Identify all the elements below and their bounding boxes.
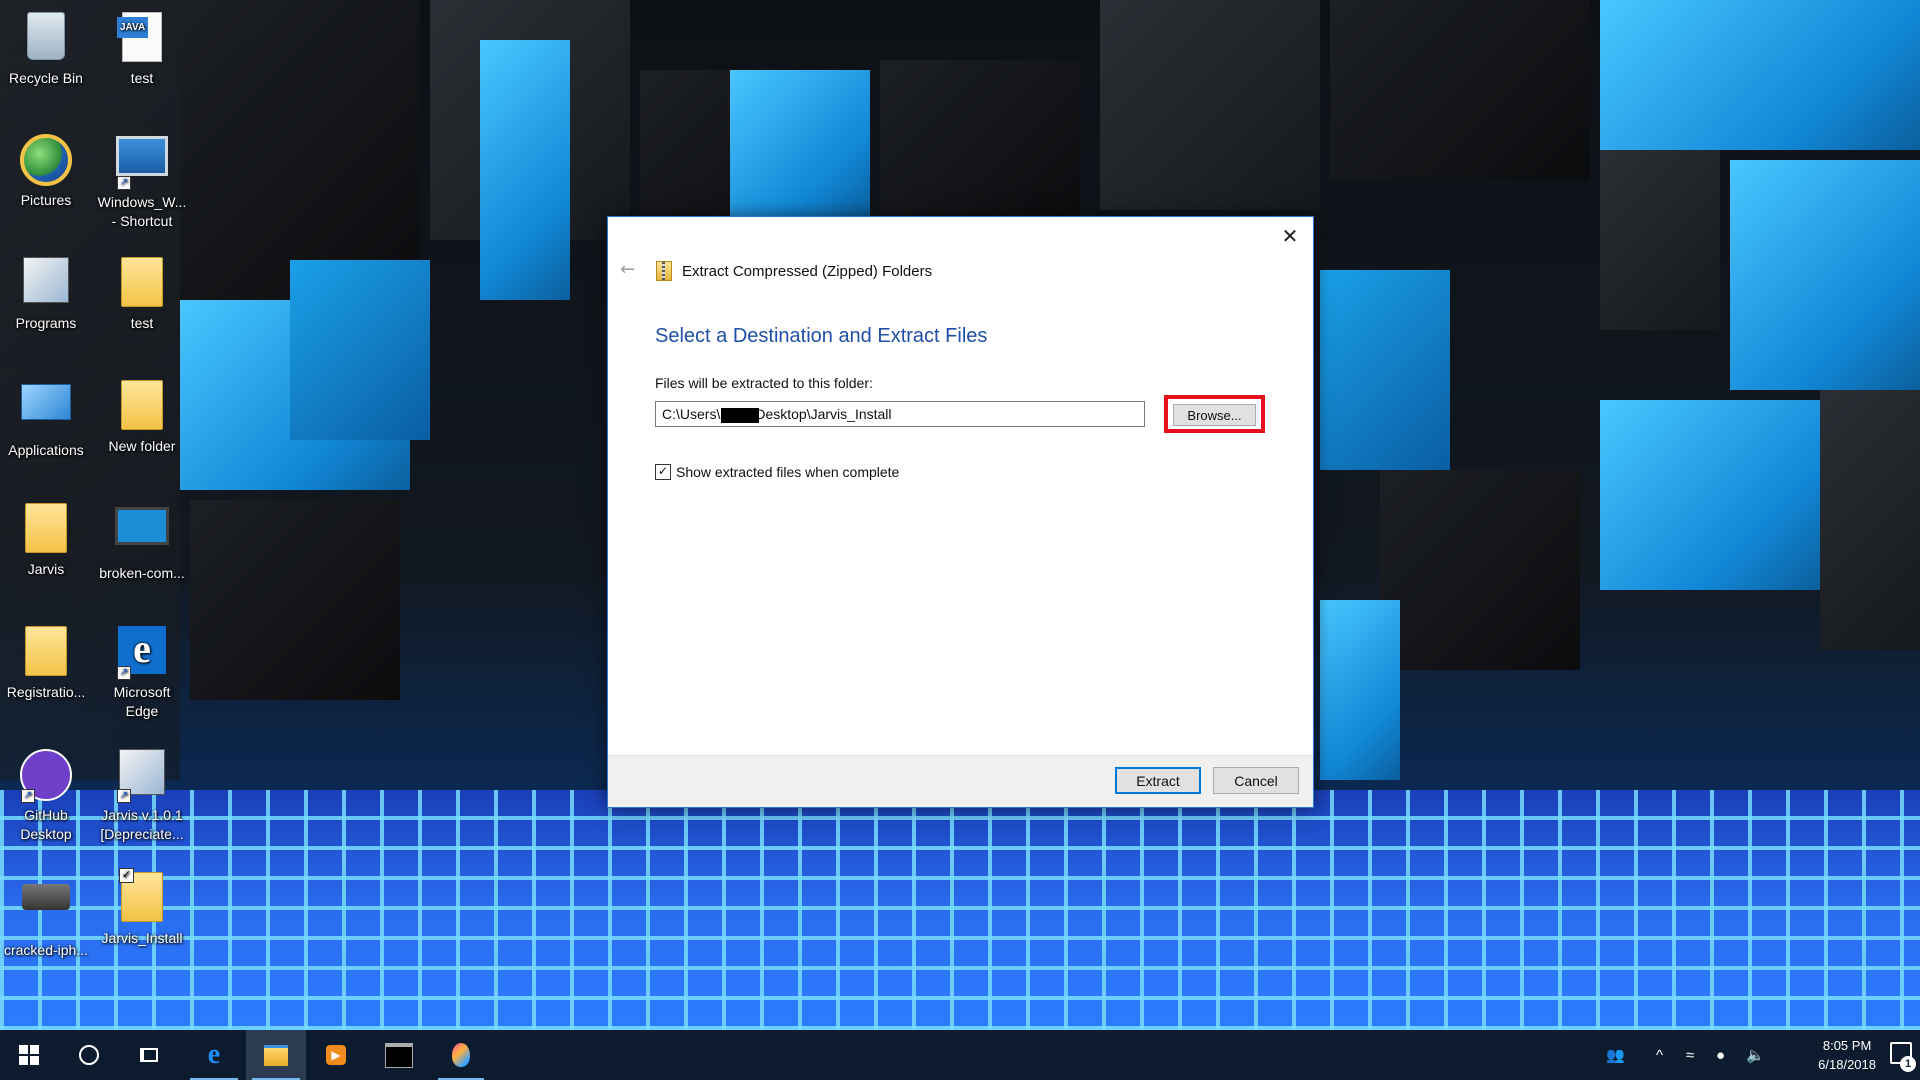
redacted-username xyxy=(721,408,759,423)
desktop-icon-label: Jarvis v.1.0.1 [Depreciate... xyxy=(100,807,184,842)
taskbar-file-explorer[interactable] xyxy=(246,1030,306,1080)
notification-count-badge: 1 xyxy=(1900,1056,1916,1072)
folder-icon xyxy=(25,503,67,553)
java-badge: JAVA xyxy=(117,17,149,38)
desktop-icon-github-desktop[interactable]: ↗ GitHub Desktop xyxy=(0,745,92,844)
close-button[interactable]: ✕ xyxy=(1275,223,1305,249)
extract-dialog: ✕ ← Extract Compressed (Zipped) Folders … xyxy=(607,216,1314,808)
zip-folder-icon xyxy=(656,261,672,281)
taskbar: e ▶ 👥 ^ ≈ ● 🔈 8:05 PM 6/18/2018 1 xyxy=(0,1030,1920,1080)
desktop-icon-test-folder[interactable]: test xyxy=(96,253,188,333)
taskbar-edge[interactable]: e xyxy=(184,1030,244,1080)
task-view-icon xyxy=(140,1048,158,1062)
people-icon[interactable]: 👥 xyxy=(1606,1030,1625,1080)
show-files-checkbox[interactable]: ✓ xyxy=(655,464,671,480)
wizard-title-text: Extract Compressed (Zipped) Folders xyxy=(682,262,933,280)
desktop-icon-label: Recycle Bin xyxy=(9,70,83,86)
media-player-icon: ▶ xyxy=(326,1045,346,1065)
laptop-icon xyxy=(115,507,169,545)
desktop-icon-label: Pictures xyxy=(20,192,72,208)
wallpaper-floor xyxy=(0,790,1920,1030)
desktop-icon-label: Jarvis xyxy=(27,561,65,577)
java-file-icon: JAVA xyxy=(117,12,162,62)
shortcut-arrow-icon: ↗ xyxy=(117,666,131,680)
clock-date: 6/18/2018 xyxy=(1818,1057,1876,1072)
taskbar-paint-3d[interactable] xyxy=(432,1030,490,1080)
desktop-icon-applications[interactable]: Applications xyxy=(0,376,92,460)
file-explorer-icon xyxy=(264,1044,288,1066)
desktop-icon-jarvis-install[interactable]: ✓ Jarvis_Install xyxy=(96,868,188,948)
taskbar-media-player[interactable]: ▶ xyxy=(306,1030,366,1080)
desktop-icon-programs[interactable]: Programs xyxy=(0,253,92,333)
volume-icon[interactable]: 🔈 xyxy=(1746,1030,1765,1080)
desktop-icon-label: cracked-iph... xyxy=(3,942,89,958)
desktop-icon-test-java[interactable]: JAVA test xyxy=(96,8,188,88)
desktop-icon-label: broken-com... xyxy=(99,565,185,581)
folder-icon xyxy=(121,380,163,430)
desktop-icon-label: test xyxy=(130,70,154,86)
back-arrow-icon[interactable]: ← xyxy=(614,259,640,281)
cancel-button[interactable]: Cancel xyxy=(1213,767,1299,794)
extract-button[interactable]: Extract xyxy=(1115,767,1201,794)
desktop-icon-label: Programs xyxy=(15,315,77,331)
desktop-icon-label: Applications xyxy=(8,442,84,458)
destination-label: Files will be extracted to this folder: xyxy=(655,375,873,391)
desktop-icon-registration[interactable]: Registratio... xyxy=(0,622,92,702)
desktop-icon-recycle-bin[interactable]: Recycle Bin xyxy=(0,8,92,88)
desktop-icon-pictures[interactable]: Pictures xyxy=(0,130,92,210)
desktop-icon-microsoft-edge[interactable]: e ↗ Microsoft Edge xyxy=(96,622,188,721)
taskbar-command-prompt[interactable] xyxy=(368,1030,430,1080)
dialog-footer: Extract Cancel xyxy=(608,755,1313,807)
start-button[interactable] xyxy=(0,1030,58,1080)
desktop-icon-label: test xyxy=(130,315,154,331)
recycle-bin-icon xyxy=(27,12,65,60)
show-files-label: Show extracted files when complete xyxy=(676,464,900,480)
folder-icon xyxy=(121,257,163,307)
cortana-circle-icon xyxy=(79,1045,99,1065)
system-clock[interactable]: 8:05 PM 6/18/2018 xyxy=(1818,1036,1876,1074)
clock-time: 8:05 PM xyxy=(1822,1038,1872,1053)
command-prompt-icon xyxy=(385,1042,413,1068)
desktop-icon-label: Registratio... xyxy=(6,684,86,700)
dialog-heading: Select a Destination and Extract Files xyxy=(655,325,988,347)
task-view-button[interactable] xyxy=(120,1030,178,1080)
desktop-icon-broken-computer[interactable]: broken-com... xyxy=(96,499,188,583)
show-files-row[interactable]: ✓ Show extracted files when complete xyxy=(655,464,899,480)
desktop-icon-cracked-iphone[interactable]: cracked-iph... xyxy=(0,868,92,960)
wifi-icon[interactable]: ≈ xyxy=(1686,1030,1694,1080)
paint-3d-icon xyxy=(452,1043,470,1067)
chevron-up-icon[interactable]: ^ xyxy=(1656,1030,1663,1080)
desktop-icon-jarvis[interactable]: Jarvis xyxy=(0,499,92,579)
desktop-icon-new-folder[interactable]: New folder xyxy=(96,376,188,456)
monitor-sync-icon xyxy=(116,136,168,176)
shortcut-arrow-icon: ↗ xyxy=(21,789,35,803)
phone-icon xyxy=(22,884,70,910)
browse-button[interactable]: Browse... xyxy=(1173,404,1256,426)
desktop-icon-label: New folder xyxy=(108,438,176,454)
desktop-icon-label: GitHub Desktop xyxy=(20,807,72,842)
pictures-icon xyxy=(20,134,72,186)
applications-icon xyxy=(21,384,71,420)
desktop-icon-label: Jarvis_Install xyxy=(101,930,183,946)
edge-icon: e xyxy=(207,1039,221,1070)
desktop-icon-windows-shortcut[interactable]: ↗ Windows_W... - Shortcut xyxy=(96,130,188,231)
desktop-icon-jarvis-v101[interactable]: ↗ Jarvis v.1.0.1 [Depreciate... xyxy=(96,745,188,844)
network-icon[interactable]: ● xyxy=(1716,1030,1725,1080)
desktop-icon-label: Microsoft Edge xyxy=(113,684,171,719)
programs-icon xyxy=(23,257,69,303)
shortcut-arrow-icon: ↗ xyxy=(117,176,131,190)
windows-logo-icon xyxy=(19,1045,39,1065)
cortana-search-button[interactable] xyxy=(60,1030,118,1080)
folder-icon xyxy=(25,626,67,676)
desktop-icon-label: Windows_W... - Shortcut xyxy=(97,194,187,229)
selection-checkbox-icon[interactable]: ✓ xyxy=(119,868,134,883)
wizard-title: Extract Compressed (Zipped) Folders xyxy=(656,261,932,281)
shortcut-arrow-icon: ↗ xyxy=(117,789,131,803)
